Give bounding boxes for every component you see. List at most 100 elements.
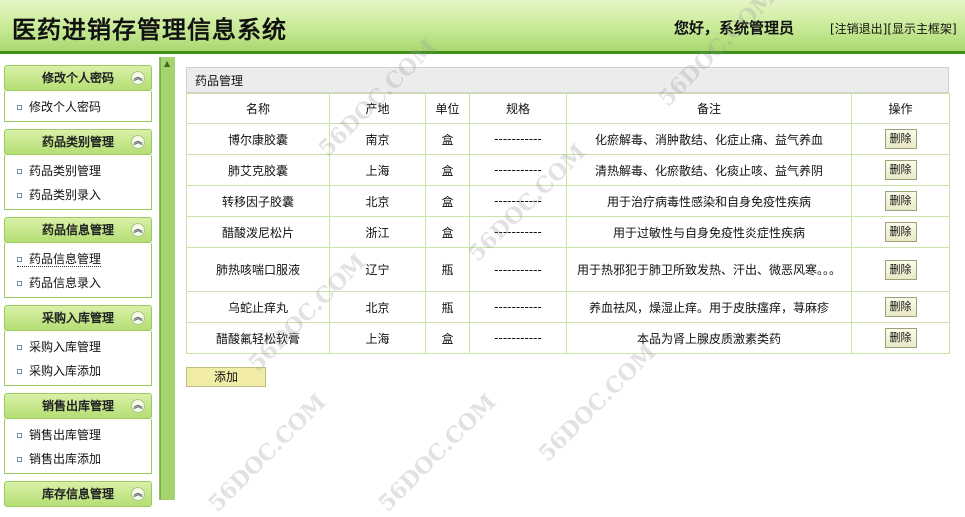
table-row: 博尔康胶囊 南京 盒 ----------- 化瘀解毒、消肿散结、化症止痛、益气… [186,123,950,155]
show-frame-link[interactable]: [显示主框架] [887,22,956,36]
cell-name: 醋酸氟轻松软膏 [186,322,330,354]
cell-action: 删除 [851,322,950,354]
collapse-icon[interactable]: ︽ [131,487,145,501]
column-header-unit: 单位 [425,93,470,124]
bullet-icon [17,257,22,262]
delete-button[interactable]: 删除 [884,328,917,348]
table-row: 醋酸泼尼松片 浙江 盒 ----------- 用于过敏性与自身免疫性炎症性疾病… [186,216,950,248]
cell-action: 删除 [851,216,950,248]
column-header-note: 备注 [566,93,852,124]
menu-group-header[interactable]: 药品类别管理 ︽ [4,129,152,155]
watermark: 56DOC.COM [373,389,502,517]
menu-group-sales: 销售出库管理 ︽ 销售出库管理 销售出库添加 [4,393,152,474]
cell-note: 用于治疗病毒性感染和自身免疫性疾病 [566,185,852,217]
sidebar: 修改个人密码 ︽ 修改个人密码 药品类别管理 ︽ 药品类别管理 药品类别录入 药… [0,57,160,507]
sidebar-item-category-add[interactable]: 药品类别录入 [5,183,151,207]
cell-spec: ----------- [469,154,567,186]
bullet-icon [17,345,22,350]
sidebar-item-drug-info-add[interactable]: 药品信息录入 [5,271,151,295]
cell-origin: 浙江 [329,216,426,248]
cell-name: 肺艾克胶囊 [186,154,330,186]
table-row: 转移因子胶囊 北京 盒 ----------- 用于治疗病毒性感染和自身免疫性疾… [186,185,950,217]
cell-name: 转移因子胶囊 [186,185,330,217]
cell-note: 清热解毒、化瘀散结、化痰止咳、益气养阴 [566,154,852,186]
menu-group-drug-info: 药品信息管理 ︽ 药品信息管理 药品信息录入 [4,217,152,298]
sidebar-item-drug-info-manage[interactable]: 药品信息管理 [5,247,151,271]
menu-group-title: 药品类别管理 [41,135,114,149]
cell-spec: ----------- [469,247,567,292]
cell-spec: ----------- [469,185,567,217]
sidebar-item-category-manage[interactable]: 药品类别管理 [5,159,151,183]
menu-group-purchase: 采购入库管理 ︽ 采购入库管理 采购入库添加 [4,305,152,386]
delete-button[interactable]: 删除 [884,222,917,242]
menu-group-header[interactable]: 药品信息管理 ︽ [4,217,152,243]
menu-group-header[interactable]: 修改个人密码 ︽ [4,65,152,91]
cell-origin: 上海 [329,322,426,354]
bullet-icon [17,193,22,198]
cell-origin: 北京 [329,185,426,217]
add-button[interactable]: 添加 [186,367,266,387]
menu-group-title: 库存信息管理 [41,487,114,501]
cell-origin: 北京 [329,291,426,323]
cell-note: 本品为肾上腺皮质激素类药 [566,322,852,354]
scroll-up-icon[interactable]: ▲ [164,59,170,68]
cell-note: 用于过敏性与自身免疫性炎症性疾病 [566,216,852,248]
user-greeting: 您好，系统管理员 [674,19,795,37]
sidebar-item-sales-manage[interactable]: 销售出库管理 [5,423,151,447]
delete-button[interactable]: 删除 [884,129,917,149]
cell-spec: ----------- [469,216,567,248]
table-row: 醋酸氟轻松软膏 上海 盒 ----------- 本品为肾上腺皮质激素类药 删除 [186,322,950,354]
collapse-icon[interactable]: ︽ [131,223,145,237]
bullet-icon [17,169,22,174]
table-row: 肺艾克胶囊 上海 盒 ----------- 清热解毒、化瘀散结、化痰止咳、益气… [186,154,950,186]
cell-spec: ----------- [469,123,567,155]
cell-origin: 南京 [329,123,426,155]
menu-group-inventory: 库存信息管理 ︽ [4,481,152,507]
cell-unit: 盒 [425,322,470,354]
delete-button[interactable]: 删除 [884,297,917,317]
cell-unit: 瓶 [425,247,470,292]
watermark: 56DOC.COM [533,339,662,467]
cell-name: 乌蛇止痒丸 [186,291,330,323]
cell-spec: ----------- [469,291,567,323]
sidebar-scroll-strip[interactable]: ▲ [160,57,175,500]
cell-unit: 盒 [425,216,470,248]
logout-link[interactable]: [注销退出] [830,22,887,36]
bullet-icon [17,457,22,462]
sidebar-item-change-password[interactable]: 修改个人密码 [5,95,151,119]
sidebar-item-sales-add[interactable]: 销售出库添加 [5,447,151,471]
collapse-icon[interactable]: ︽ [131,311,145,325]
menu-group-title: 销售出库管理 [41,399,114,413]
cell-unit: 盒 [425,154,470,186]
table-row: 乌蛇止痒丸 北京 瓶 ----------- 养血祛风，燥湿止痒。用于皮肤瘙痒，… [186,291,950,323]
cell-unit: 盒 [425,185,470,217]
menu-group-header[interactable]: 库存信息管理 ︽ [4,481,152,507]
delete-button[interactable]: 删除 [884,160,917,180]
cell-unit: 盒 [425,123,470,155]
cell-action: 删除 [851,247,950,292]
menu-group-title: 采购入库管理 [41,311,114,325]
bullet-icon [17,105,22,110]
delete-button[interactable]: 删除 [884,191,917,211]
cell-unit: 瓶 [425,291,470,323]
menu-group-header[interactable]: 采购入库管理 ︽ [4,305,152,331]
main-content: 药品管理 名称 产地 单位 规格 备注 操作 博尔康胶囊 南京 盒 ------… [186,67,950,387]
collapse-icon[interactable]: ︽ [131,399,145,413]
cell-action: 删除 [851,185,950,217]
sidebar-item-purchase-manage[interactable]: 采购入库管理 [5,335,151,359]
delete-button[interactable]: 删除 [884,259,917,280]
collapse-icon[interactable]: ︽ [131,135,145,149]
sidebar-item-purchase-add[interactable]: 采购入库添加 [5,359,151,383]
drug-table: 名称 产地 单位 规格 备注 操作 博尔康胶囊 南京 盒 -----------… [186,93,950,354]
collapse-icon[interactable]: ︽ [131,71,145,85]
cell-origin: 上海 [329,154,426,186]
cell-action: 删除 [851,123,950,155]
cell-name: 醋酸泼尼松片 [186,216,330,248]
column-header-origin: 产地 [329,93,426,124]
cell-note: 化瘀解毒、消肿散结、化症止痛、益气养血 [566,123,852,155]
cell-action: 删除 [851,291,950,323]
menu-group-title: 药品信息管理 [41,223,114,237]
menu-group-title: 修改个人密码 [41,71,114,85]
menu-group-header[interactable]: 销售出库管理 ︽ [4,393,152,419]
column-header-action: 操作 [851,93,950,124]
